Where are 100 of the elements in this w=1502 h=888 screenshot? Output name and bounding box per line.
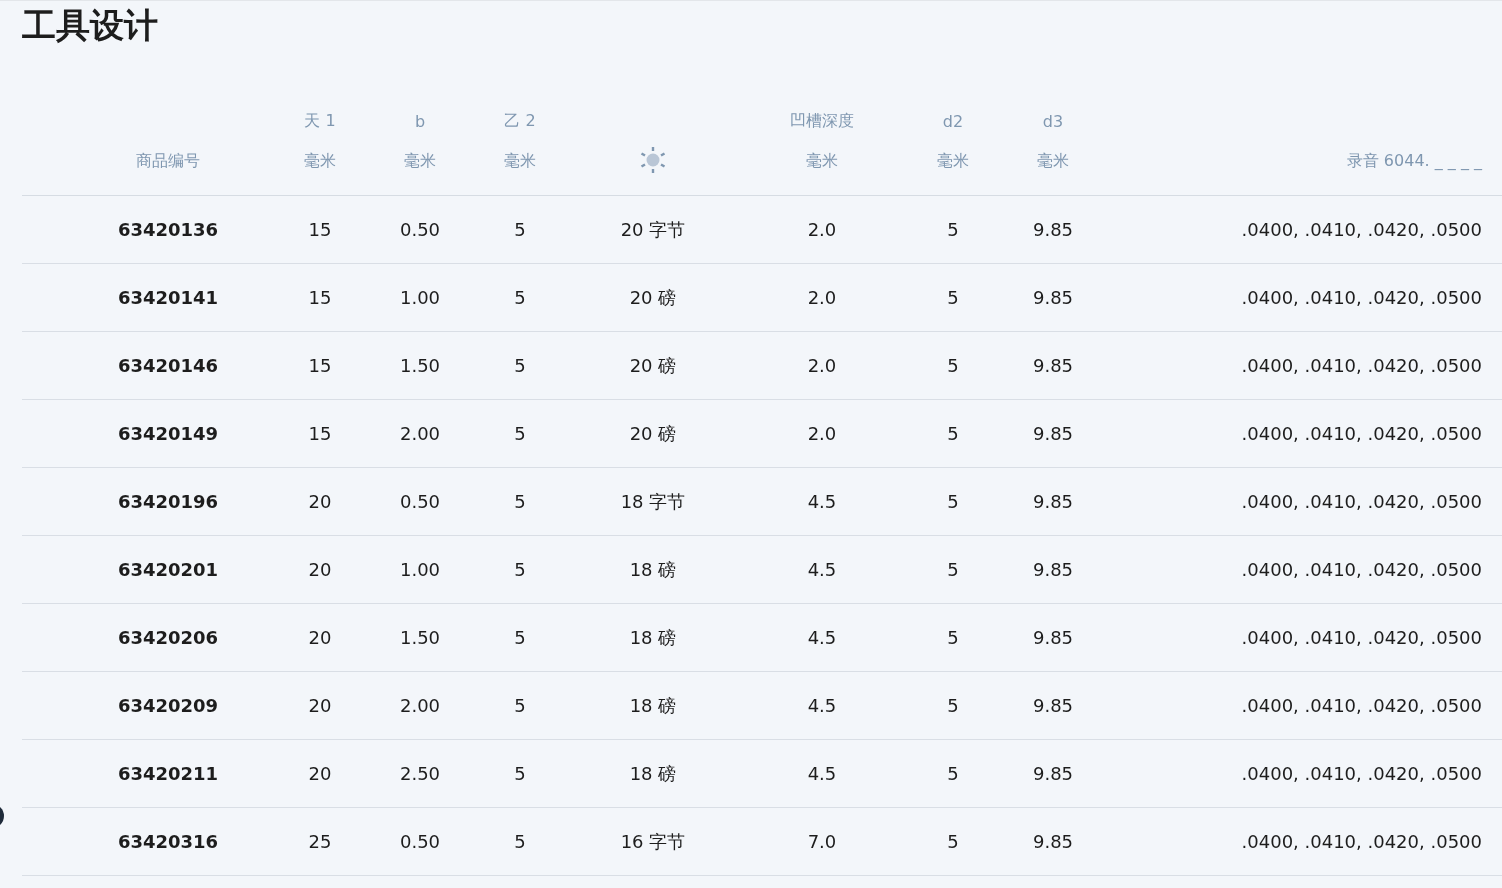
- table-cell: 18 磅: [629, 626, 677, 648]
- table-cell: 4.5: [807, 491, 837, 512]
- page-title: 工具设计: [22, 4, 159, 47]
- table-cell: 2.0: [807, 423, 837, 444]
- product-number: 63420201: [117, 559, 219, 580]
- column-header: d3: [1042, 111, 1064, 131]
- table-cell: 20: [308, 695, 332, 716]
- table-cell: 5: [514, 559, 526, 580]
- product-number: 63420209: [117, 695, 219, 716]
- table-cell: 9.85: [1032, 287, 1074, 308]
- table-cell: 15: [308, 219, 332, 240]
- column-unit: 商品编号: [136, 151, 200, 170]
- table-cell: 5: [514, 763, 526, 784]
- table-cell: 5: [947, 831, 959, 852]
- table-cell: 5: [514, 627, 526, 648]
- table-cell: 4.5: [807, 763, 837, 784]
- column-header: 凹槽深度: [790, 110, 854, 130]
- table-cell: .0400, .0410, .0420, .0500: [1241, 831, 1482, 852]
- table-cell: 20 字节: [620, 218, 686, 240]
- table-cell: 15: [308, 355, 332, 376]
- table-cell: 15: [308, 423, 332, 444]
- table-cell: 2.00: [399, 423, 441, 444]
- table-cell: 9.85: [1032, 219, 1074, 240]
- table-cell: 1.00: [399, 559, 441, 580]
- table-cell: 4.5: [807, 695, 837, 716]
- table-cell: 9.85: [1032, 763, 1074, 784]
- column-unit: 毫米: [404, 151, 436, 170]
- table-cell: .0400, .0410, .0420, .0500: [1241, 355, 1482, 376]
- table-cell: .0400, .0410, .0420, .0500: [1241, 695, 1482, 716]
- column-unit: 毫米: [806, 151, 838, 170]
- column-header: b: [414, 111, 426, 131]
- table-cell: .0400, .0410, .0420, .0500: [1241, 423, 1482, 444]
- table-cell: 2.0: [807, 219, 837, 240]
- sun-icon: [640, 147, 666, 173]
- table-cell: 9.85: [1032, 627, 1074, 648]
- table-cell: 0.50: [399, 219, 441, 240]
- table-cell: 1.50: [399, 627, 441, 648]
- table-cell: 5: [514, 491, 526, 512]
- table-cell: .0400, .0410, .0420, .0500: [1241, 763, 1482, 784]
- table-cell: 5: [947, 287, 959, 308]
- table-cell: 9.85: [1032, 491, 1074, 512]
- column-header: d2: [942, 111, 964, 131]
- table-cell: 5: [947, 423, 959, 444]
- table-cell: 9.85: [1032, 695, 1074, 716]
- table-cell: 18 磅: [629, 762, 677, 784]
- column-header: 乙 2: [504, 110, 536, 130]
- table-cell: 9.85: [1032, 355, 1074, 376]
- table-cell: 20: [308, 763, 332, 784]
- column-unit: 毫米: [504, 151, 536, 170]
- table-cell: 5: [514, 423, 526, 444]
- table-cell: 20: [308, 627, 332, 648]
- table-cell: 5: [947, 695, 959, 716]
- table-cell: 5: [947, 763, 959, 784]
- table-cell: 1.00: [399, 287, 441, 308]
- table-cell: 20 磅: [629, 422, 677, 444]
- table-cell: 2.50: [399, 763, 441, 784]
- product-number: 63420141: [117, 287, 219, 308]
- product-number: 63420146: [117, 355, 219, 376]
- table-cell: 0.50: [399, 831, 441, 852]
- table-cell: 15: [308, 287, 332, 308]
- column-unit: 毫米: [937, 151, 969, 170]
- table-cell: 5: [947, 491, 959, 512]
- table-cell: 5: [514, 695, 526, 716]
- table-cell: 20 磅: [629, 286, 677, 308]
- table-cell: 5: [514, 219, 526, 240]
- table-cell: 9.85: [1032, 831, 1074, 852]
- product-number: 63420196: [117, 491, 219, 512]
- table-cell: 16 字节: [620, 830, 686, 852]
- table-cell: .0400, .0410, .0420, .0500: [1241, 287, 1482, 308]
- table-cell: 9.85: [1032, 423, 1074, 444]
- table-cell: .0400, .0410, .0420, .0500: [1241, 219, 1482, 240]
- column-header: 天 1: [304, 110, 336, 130]
- table-cell: 9.85: [1032, 559, 1074, 580]
- table-cell: 1.50: [399, 355, 441, 376]
- product-number: 63420211: [117, 763, 219, 784]
- table-cell: 18 字节: [620, 490, 686, 512]
- table-cell: 20: [308, 491, 332, 512]
- table-cell: 20: [308, 559, 332, 580]
- table-cell: .0400, .0410, .0420, .0500: [1241, 627, 1482, 648]
- table-cell: 5: [947, 559, 959, 580]
- product-number: 63420149: [117, 423, 219, 444]
- table-cell: 5: [947, 355, 959, 376]
- product-number: 63420316: [117, 831, 219, 852]
- table-cell: 5: [947, 219, 959, 240]
- table-cell: 2.0: [807, 355, 837, 376]
- column-unit: 录音 6044. _ _ _ _: [1346, 151, 1482, 170]
- table-cell: 18 磅: [629, 558, 677, 580]
- table-cell: 4.5: [807, 627, 837, 648]
- table-cell: 2.0: [807, 287, 837, 308]
- column-unit: 毫米: [304, 151, 336, 170]
- table-cell: 18 磅: [629, 694, 677, 716]
- table-cell: 25: [308, 831, 332, 852]
- table-cell: 20 磅: [629, 354, 677, 376]
- table-cell: .0400, .0410, .0420, .0500: [1241, 491, 1482, 512]
- table-cell: 4.5: [807, 559, 837, 580]
- table-cell: 5: [514, 287, 526, 308]
- table-cell: 5: [514, 831, 526, 852]
- table-cell: 5: [947, 627, 959, 648]
- table-cell: 5: [514, 355, 526, 376]
- table-cell: 7.0: [807, 831, 837, 852]
